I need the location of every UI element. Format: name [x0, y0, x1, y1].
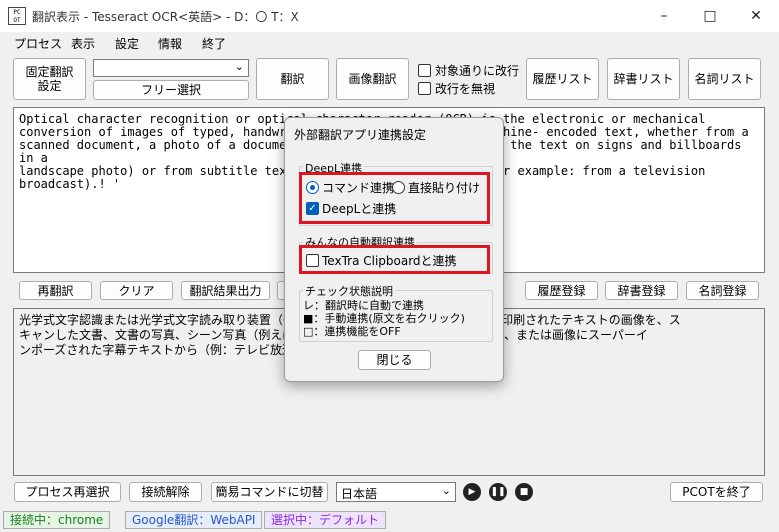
clear-button[interactable]: クリア	[100, 281, 173, 300]
menu-exit[interactable]: 終了	[202, 35, 226, 52]
switch-simple-command-button[interactable]: 簡易コマンドに切替	[211, 482, 328, 502]
radio-command-label: コマンド連携	[322, 181, 395, 195]
dictionary-list-button[interactable]: 辞書リスト	[607, 58, 680, 100]
dictionary-register-button[interactable]: 辞書登録	[605, 281, 678, 300]
window-title: 翻訳表示 - Tesseract OCR<英語> - D：〇 T：X	[32, 10, 299, 24]
deepl-checkbox[interactable]: ✓	[306, 202, 319, 215]
linebreak-as-is-checkbox[interactable]	[418, 64, 431, 77]
ignore-linebreak-label: 改行を無視	[435, 82, 496, 96]
stop-icon[interactable]: ■	[515, 483, 533, 501]
fixed-translate-settings-button[interactable]: 固定翻訳 設定	[13, 58, 86, 100]
retranslate-button[interactable]: 再翻訳	[19, 281, 92, 300]
deepl-checkbox-label: DeepLと連携	[322, 202, 397, 216]
output-result-button[interactable]: 翻訳結果出力	[181, 281, 270, 300]
linebreak-as-is-label: 対象通りに改行	[435, 64, 520, 78]
menu-info[interactable]: 情報	[158, 35, 182, 52]
noun-list-button[interactable]: 名詞リスト	[688, 58, 761, 100]
menu-view[interactable]: 表示	[71, 35, 95, 52]
status-connected: 接続中：chrome	[3, 511, 111, 529]
free-select-button[interactable]: フリー選択	[93, 80, 249, 100]
reselect-process-button[interactable]: プロセス再選択	[14, 482, 121, 502]
pause-icon[interactable]: ❚❚	[489, 483, 507, 501]
noun-register-button[interactable]: 名詞登録	[686, 281, 759, 300]
image-translate-button[interactable]: 画像翻訳	[336, 58, 409, 100]
maximize-button[interactable]: □	[687, 0, 733, 32]
play-icon[interactable]: ▶	[463, 483, 481, 501]
status-selected: 選択中：デフォルト	[264, 511, 387, 529]
app-icon: PC OT	[8, 7, 26, 25]
dialog-title: 外部翻訳アプリ連携設定	[294, 128, 427, 142]
textra-checkbox[interactable]	[306, 254, 319, 267]
close-window-button[interactable]: ✕	[733, 0, 779, 32]
radio-paste-label: 直接貼り付け	[408, 181, 481, 195]
explain-off: □：連携機能をOFF	[303, 325, 401, 338]
chevron-down-icon: ⌄	[234, 60, 244, 73]
textra-checkbox-label: TexTra Clipboardと連携	[322, 254, 457, 268]
menu-settings[interactable]: 設定	[115, 35, 139, 52]
exit-pcot-button[interactable]: PCOTを終了	[670, 482, 763, 502]
language-select[interactable]: 日本語 ⌄	[336, 482, 456, 502]
history-list-button[interactable]: 履歴リスト	[526, 58, 599, 100]
translate-button[interactable]: 翻訳	[256, 58, 329, 100]
ignore-linebreak-checkbox[interactable]	[418, 82, 431, 95]
translate-target-combo[interactable]: ⌄	[93, 59, 249, 77]
history-register-button[interactable]: 履歴登録	[525, 281, 598, 300]
language-value: 日本語	[341, 487, 378, 501]
menu-process[interactable]: プロセス	[14, 35, 62, 52]
status-google: Google翻訳：WebAPI	[125, 511, 263, 529]
minimize-button[interactable]: –	[641, 0, 687, 32]
dialog-close-button[interactable]: 閉じる	[358, 350, 431, 370]
radio-command-link[interactable]	[306, 181, 319, 194]
chevron-down-icon: ⌄	[441, 484, 451, 497]
disconnect-button[interactable]: 接続解除	[129, 482, 202, 502]
external-app-settings-dialog: 外部翻訳アプリ連携設定 DeepL連携 コマンド連携 直接貼り付け ✓ Deep…	[284, 117, 504, 382]
radio-direct-paste[interactable]	[392, 181, 405, 194]
